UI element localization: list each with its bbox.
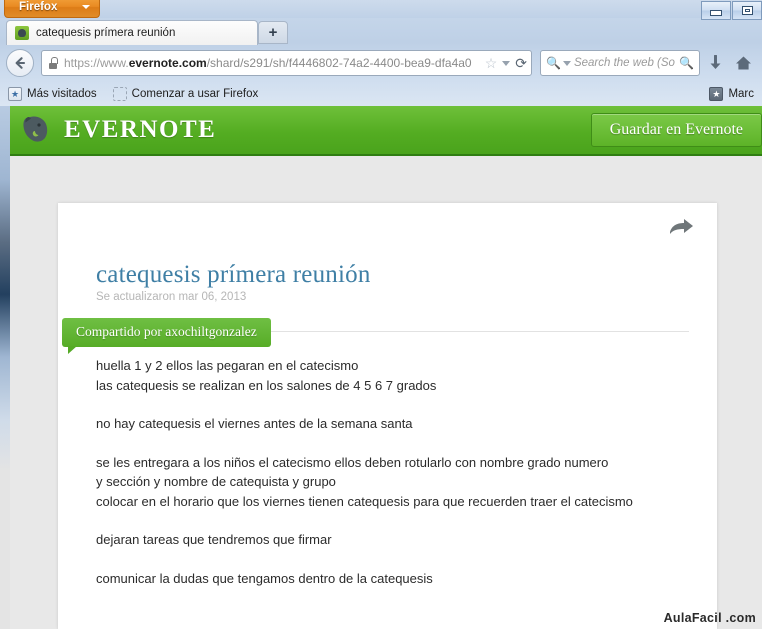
note-paragraph: dejaran tareas que tendremos que firmar	[96, 532, 332, 547]
home-button[interactable]	[730, 50, 756, 76]
url-text: https://www.evernote.com/shard/s291/sh/f…	[64, 56, 481, 70]
shared-by-badge: Compartido por axochiltgonzalez	[62, 318, 271, 354]
search-engine-chevron-icon[interactable]	[562, 60, 571, 66]
share-button[interactable]	[667, 215, 697, 241]
firefox-app-menu-button[interactable]: Firefox	[4, 0, 100, 18]
web-page-viewport: EVERNOTE Guardar en Evernote catequesis …	[0, 106, 762, 629]
url-protocol: https://www.	[64, 56, 129, 70]
reload-icon[interactable]: ⟳	[515, 56, 527, 70]
note-paragraph: no hay catequesis el viernes antes de la…	[96, 416, 413, 431]
url-path: /shard/s291/sh/f4446802-74a2-4400-bea9-d…	[206, 56, 472, 70]
note-title: catequesis prímera reunión	[96, 261, 371, 288]
note-body: catequesis prímera reunión Se actualizar…	[96, 261, 689, 588]
chevron-down-icon	[82, 5, 90, 9]
bookmark-comenzar-firefox[interactable]: Comenzar a usar Firefox	[112, 87, 259, 101]
firefox-app-menu-label: Firefox	[19, 1, 58, 13]
tab-active[interactable]: catequesis prímera reunión	[6, 20, 258, 45]
downloads-button[interactable]	[702, 50, 728, 76]
bookmark-star-icon[interactable]: ☆	[485, 56, 498, 70]
bookmark-mas-visitados[interactable]: ★ Más visitados	[8, 87, 97, 101]
note-paragraph: huella 1 y 2 ellos las pegaran en el cat…	[96, 358, 437, 393]
url-bar[interactable]: https://www.evernote.com/shard/s291/sh/f…	[41, 50, 532, 76]
bookmarks-menu-label: Marc	[728, 88, 754, 100]
search-bar[interactable]: 🔍 Search the web (So 🔍	[540, 50, 700, 76]
share-arrow-icon	[670, 219, 693, 234]
evernote-wordmark: EVERNOTE	[64, 116, 217, 143]
home-icon	[735, 56, 751, 70]
dashed-folder-icon	[112, 87, 127, 101]
search-icon: 🔍	[546, 56, 561, 70]
evernote-header: EVERNOTE Guardar en Evernote	[10, 106, 762, 156]
chevron-down-icon[interactable]	[502, 60, 511, 66]
note-paragraph: se les entregara a los niños el catecism…	[96, 454, 633, 509]
bookmark-label: Comenzar a usar Firefox	[131, 88, 259, 100]
bookmarks-star-icon: ★	[709, 87, 724, 101]
evernote-favicon-icon	[15, 26, 29, 40]
search-input-placeholder: Search the web (So	[573, 57, 675, 69]
navigation-toolbar: https://www.evernote.com/shard/s291/sh/f…	[0, 45, 762, 81]
restore-icon	[741, 6, 753, 15]
search-submit-icon[interactable]: 🔍	[679, 56, 694, 70]
evernote-logo[interactable]: EVERNOTE	[10, 113, 216, 147]
url-domain: evernote.com	[128, 56, 207, 70]
evernote-elephant-icon	[23, 116, 48, 142]
tab-title: catequesis prímera reunión	[36, 27, 176, 39]
note-paragraph: comunicar la dudas que tengamos dentro d…	[96, 570, 433, 586]
note-updated-date: Se actualizaron mar 06, 2013	[96, 291, 247, 303]
back-button[interactable]	[6, 49, 34, 77]
url-bar-icons: ☆ ⟳	[481, 56, 527, 70]
note-content: huella 1 y 2 ellos las pegaran en el cat…	[96, 356, 689, 588]
bookmarks-menu-button[interactable]: ★ Marc	[709, 87, 754, 101]
most-visited-icon: ★	[8, 87, 22, 101]
note-card: catequesis prímera reunión Se actualizar…	[58, 203, 717, 629]
downloads-icon	[710, 54, 720, 69]
new-tab-button[interactable]: +	[258, 21, 288, 44]
browser-chrome: Firefox catequesis prímera reunión + htt…	[0, 0, 762, 106]
minimize-icon	[710, 9, 722, 16]
guardar-en-evernote-button[interactable]: Guardar en Evernote	[590, 113, 762, 147]
secure-lock-icon	[48, 57, 58, 69]
page-left-edge	[0, 106, 10, 629]
back-arrow-icon	[15, 57, 26, 69]
browser-window: Firefox catequesis prímera reunión + htt…	[0, 0, 762, 629]
window-titlebar: Firefox	[0, 0, 762, 20]
tab-strip: catequesis prímera reunión +	[0, 18, 762, 45]
bookmark-label: Más visitados	[27, 88, 97, 100]
bookmarks-toolbar: ★ Más visitados Comenzar a usar Firefox …	[0, 82, 762, 106]
watermark: AulaFacil .com	[663, 611, 756, 625]
